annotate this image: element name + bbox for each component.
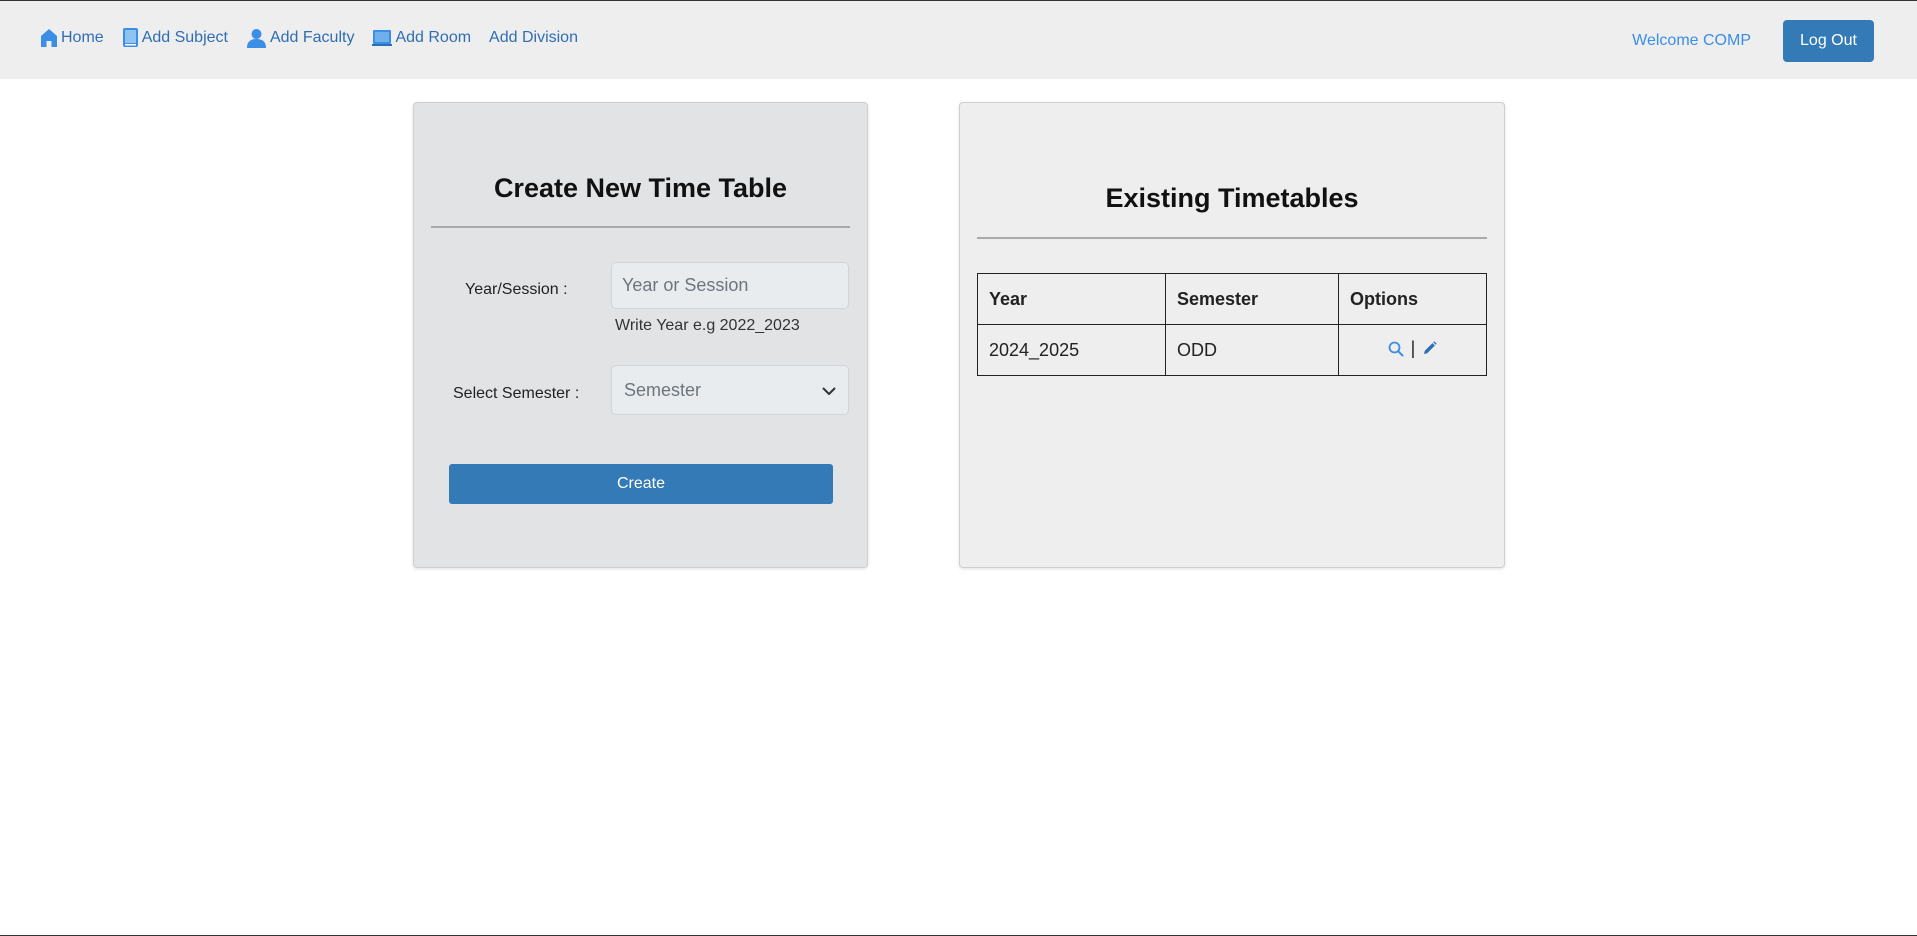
year-session-label: Year/Session : [465, 281, 568, 298]
create-panel-title: Create New Time Table [493, 173, 788, 203]
existing-panel-title: Existing Timetables [1105, 183, 1359, 213]
search-icon[interactable] [1388, 341, 1404, 357]
nav-add-subject-label: Add Subject [141, 28, 228, 46]
book-icon [122, 27, 142, 48]
timetables-table: Year Semester Options 2024_2025 ODD | [977, 273, 1487, 376]
nav-home-label: Home [61, 28, 104, 46]
nav-add-room[interactable]: Add Room [372, 29, 471, 47]
welcome-text: Welcome COMP [1632, 32, 1751, 49]
column-header-year: Year [977, 273, 1166, 325]
column-header-semester: Semester [1165, 273, 1339, 325]
create-panel-divider [431, 226, 850, 228]
cell-options: | [1338, 324, 1487, 376]
chevron-down-icon [822, 380, 836, 401]
existing-timetables-panel: Existing Timetables Year Semester Option… [959, 102, 1505, 568]
nav-add-division[interactable]: Add Division [489, 29, 578, 47]
cell-year: 2024_2025 [977, 324, 1166, 376]
cell-semester: ODD [1165, 324, 1339, 376]
options-group: | [1388, 338, 1438, 359]
year-help-text: Write Year e.g 2022_2023 [615, 317, 800, 334]
semester-select[interactable]: Semester [611, 365, 849, 415]
user-icon [246, 28, 270, 48]
table-row: 2024_2025 ODD | [977, 324, 1487, 376]
nav-add-subject[interactable]: Add Subject [122, 27, 228, 48]
existing-panel-divider [977, 237, 1487, 239]
nav-add-faculty-label: Add Faculty [269, 28, 355, 46]
options-separator: | [1410, 338, 1416, 359]
logout-button[interactable]: Log Out [1783, 20, 1874, 62]
nav-links: Home Add Subject Add Faculty Add Room Ad… [40, 27, 596, 48]
nav-add-division-label: Add Division [489, 28, 578, 46]
semester-label: Select Semester : [453, 385, 580, 402]
year-session-input[interactable] [611, 262, 849, 309]
create-timetable-panel: Create New Time Table Year/Session : Wri… [413, 102, 868, 568]
table-header-row: Year Semester Options [977, 273, 1487, 325]
pencil-icon[interactable] [1422, 341, 1438, 356]
nav-home[interactable]: Home [40, 28, 104, 48]
top-navbar: Home Add Subject Add Faculty Add Room Ad… [0, 1, 1917, 79]
nav-add-room-label: Add Room [395, 28, 472, 46]
nav-add-faculty[interactable]: Add Faculty [246, 28, 354, 48]
column-header-options: Options [1338, 273, 1487, 325]
home-icon [40, 28, 61, 48]
nav-user-area: Welcome COMP Log Out [1632, 20, 1874, 62]
create-button[interactable]: Create [449, 464, 833, 504]
room-icon [372, 29, 395, 47]
semester-selected-value: Semester [624, 379, 702, 400]
